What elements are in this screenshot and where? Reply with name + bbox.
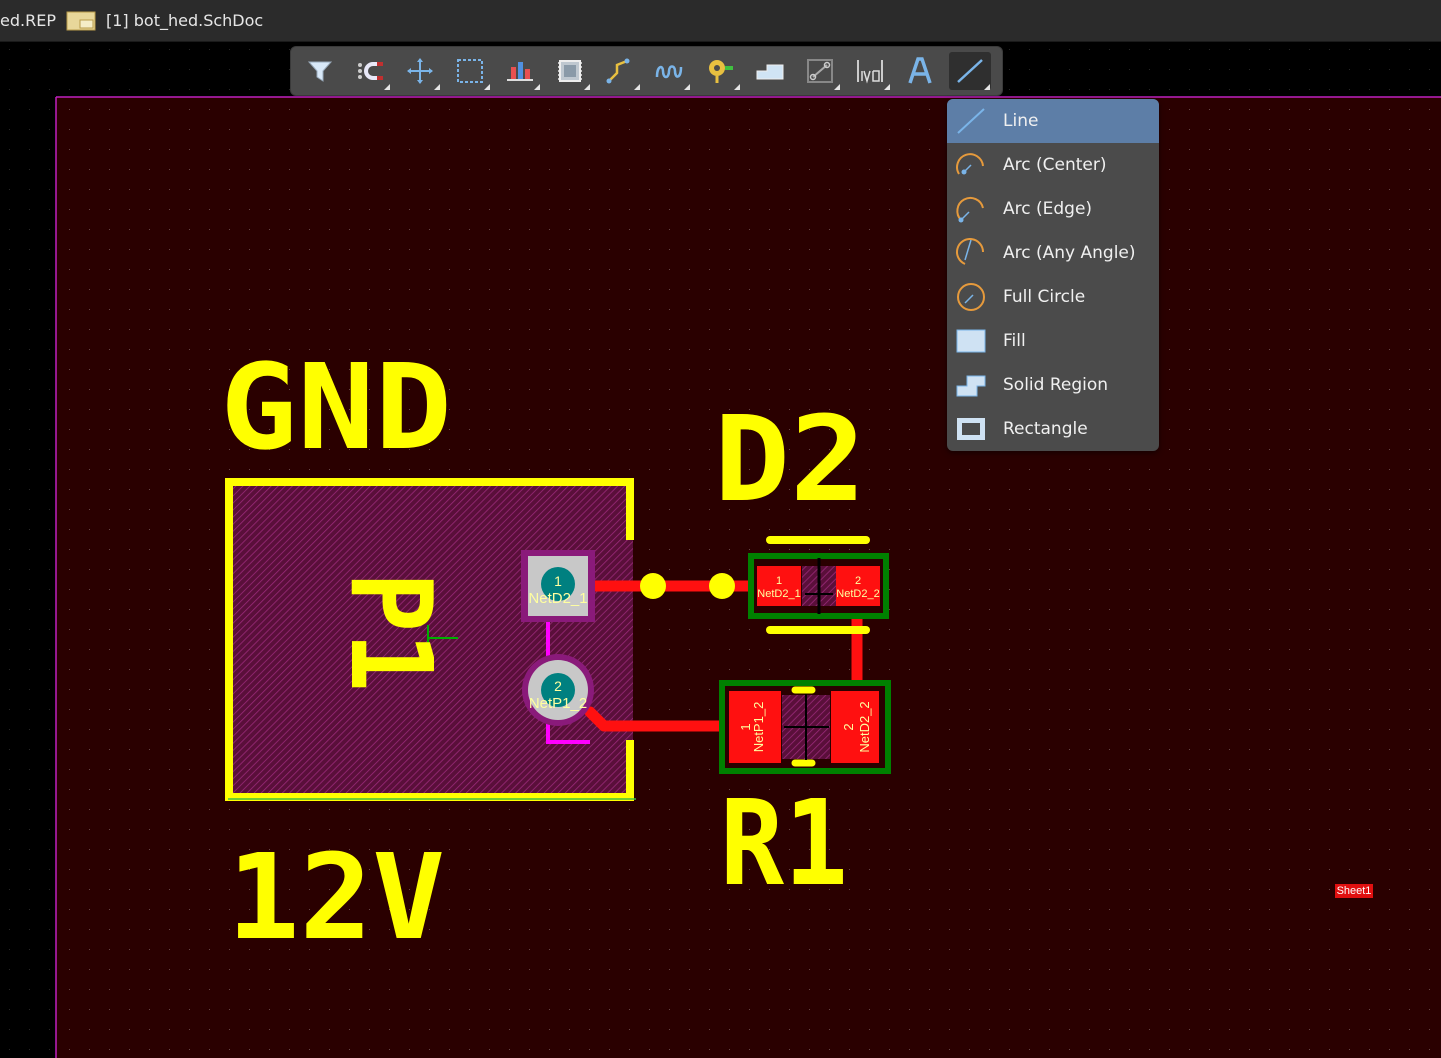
p1-pad2-net: NetP1_2 [529,695,587,712]
label-p1: P1 [325,572,455,692]
dimension-icon [857,60,883,84]
menu-item-arc-edge[interactable]: Arc (Edge) [947,187,1159,231]
keepout-icon [807,59,833,83]
dimension-button[interactable] [849,52,891,90]
place-component-button[interactable] [549,52,591,90]
dropdown-corner [534,84,540,90]
tab-schdoc-label: [1] bot_hed.SchDoc [106,11,264,30]
tuning-button[interactable] [649,52,691,90]
select-button[interactable] [449,52,491,90]
component-d2[interactable]: 1 NetD2_1 2 NetD2_2 [748,536,889,634]
filter-icon [307,61,333,82]
pcb-canvas[interactable]: 1 NetD2_1 2 NetP1_2 1 NetD2_1 2 NetD2_2 [0,42,1441,1058]
select-rect-icon [457,59,483,83]
d2-pad1-number: 1 [776,575,782,587]
d2-pad2-number: 2 [855,575,861,587]
dropdown-corner [384,84,390,90]
dropdown-corner [834,84,840,90]
dropdown-corner [484,84,490,90]
menu-item-label: Line [1003,111,1039,131]
p1-pad-1[interactable]: 1 NetD2_1 [521,550,595,622]
menu-item-label: Fill [1003,331,1026,351]
rectangle-icon [957,418,985,440]
full-circle-icon [957,283,985,311]
route-button[interactable] [599,52,641,90]
arc-any-angle-icon [956,238,984,265]
snap-button[interactable] [349,52,391,90]
component-chip-icon [558,60,582,82]
menu-item-full-circle[interactable]: Full Circle [947,275,1159,319]
line-dropdown-menu: Line Arc (Center) Arc (Edge) Arc (Any An… [947,99,1159,451]
dropdown-corner [434,84,440,90]
tab-rep-label: ed.REP [0,11,56,30]
arc-edge-icon [956,196,984,223]
tab-rep-file[interactable]: ed.REP [0,0,56,41]
tab-schdoc[interactable]: [1] bot_hed.SchDoc [66,0,266,41]
dropdown-corner [684,84,690,90]
menu-item-rectangle[interactable]: Rectangle [947,407,1159,451]
menu-item-solid-region[interactable]: Solid Region [947,363,1159,407]
line-icon [957,59,983,83]
r1-pad1-number: 1 [738,723,753,730]
interactive-tuning-icon [655,65,683,79]
route-track-icon [606,58,630,84]
r1-pad2-net: NetD2_2 [857,701,872,752]
menu-item-label: Arc (Center) [1003,155,1107,175]
polygon-pour-icon [756,64,784,80]
schematic-document-icon [66,11,96,31]
move-crosshair-icon [407,58,433,84]
via-pad-icon [709,60,733,83]
menu-item-label: Full Circle [1003,287,1086,307]
align-chart-icon [507,62,533,81]
menu-item-fill[interactable]: Fill [947,319,1159,363]
arc-center-icon [956,153,984,175]
r1-pad1-net: NetP1_2 [751,702,766,753]
place-via-button[interactable] [699,52,741,90]
label-d2: D2 [714,390,866,528]
dropdown-corner [734,84,740,90]
label-12v: 12V [227,828,445,966]
document-tab-bar: ed.REP [1] bot_hed.SchDoc [0,0,1441,42]
label-r1: R1 [720,774,848,912]
menu-item-arc-any-angle[interactable]: Arc (Any Angle) [947,231,1159,275]
place-string-button[interactable] [899,52,941,90]
dropdown-corner [884,84,890,90]
menu-item-label: Rectangle [1003,419,1088,439]
polygon-pour-button[interactable] [749,52,791,90]
d2-pad2-net: NetD2_2 [836,588,879,600]
dropdown-corner [984,84,990,90]
label-gnd: GND [220,338,452,476]
via[interactable] [640,573,666,599]
r1-pad2-number: 2 [841,723,856,730]
menu-item-line[interactable]: Line [947,99,1159,143]
align-button[interactable] [499,52,541,90]
p1-pad-2[interactable]: 2 NetP1_2 [522,654,594,726]
snap-magnet-icon [358,62,383,80]
p1-pad1-net: NetD2_1 [528,590,587,607]
p1-pad2-number: 2 [554,678,562,694]
menu-item-arc-center[interactable]: Arc (Center) [947,143,1159,187]
menu-item-label: Arc (Any Angle) [1003,243,1136,263]
d2-pad1-net: NetD2_1 [757,588,800,600]
component-r1[interactable]: NetP1_2 1 NetD2_2 2 [719,680,891,774]
filter-button[interactable] [299,52,341,90]
p1-pad1-number: 1 [554,573,562,589]
dropdown-corner [584,84,590,90]
move-button[interactable] [399,52,441,90]
line-icon [957,108,985,134]
menu-item-label: Solid Region [1003,375,1109,395]
menu-item-label: Arc (Edge) [1003,199,1093,219]
string-text-icon [908,57,932,84]
fill-icon [956,329,986,353]
active-bar-toolbar [290,46,1003,96]
via[interactable] [709,573,735,599]
solid-region-icon [956,375,986,397]
sheet-tag[interactable]: Sheet1 [1335,884,1373,898]
dropdown-corner [634,84,640,90]
keepout-button[interactable] [799,52,841,90]
place-line-button[interactable] [949,52,991,90]
